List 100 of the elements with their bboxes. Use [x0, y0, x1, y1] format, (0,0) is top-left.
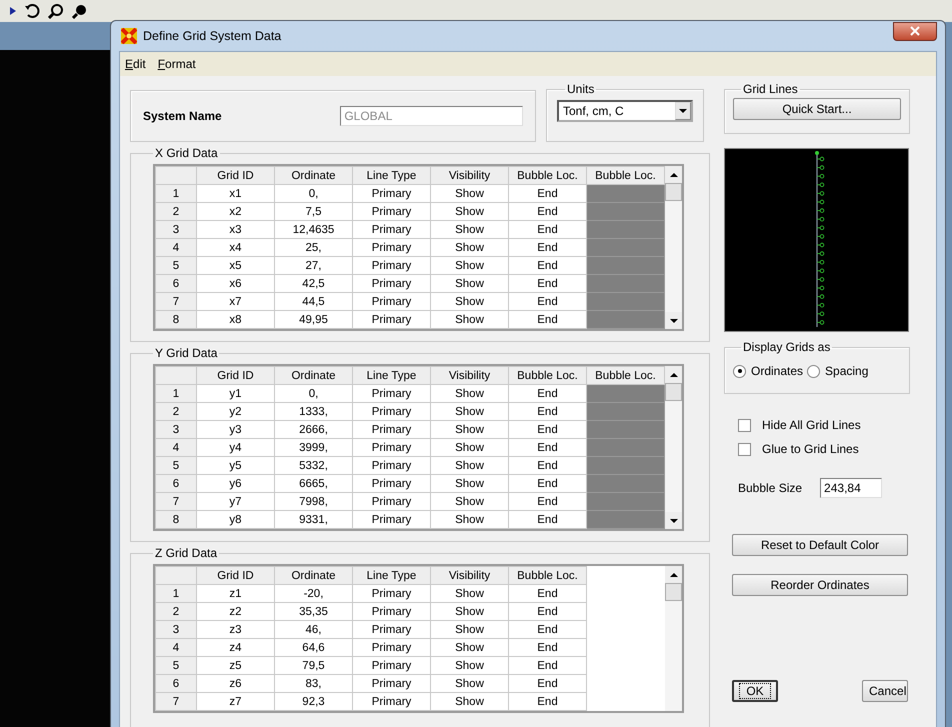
table-cell[interactable]: End: [508, 474, 586, 492]
table-cell[interactable]: 7,5: [274, 202, 352, 220]
table-cell[interactable]: 3999,: [274, 438, 352, 456]
row-header[interactable]: 3: [156, 620, 196, 638]
column-header[interactable]: Bubble Loc.: [586, 166, 664, 184]
color-swatch[interactable]: [586, 420, 664, 438]
table-cell[interactable]: 25,: [274, 238, 352, 256]
checkbox-label[interactable]: Hide All Grid Lines: [762, 418, 861, 432]
table-cell[interactable]: Primary: [352, 292, 430, 310]
table-cell[interactable]: 49,95: [274, 310, 352, 328]
color-swatch[interactable]: [586, 510, 664, 528]
table-cell[interactable]: End: [508, 274, 586, 292]
action-button[interactable]: Reset to Default Color: [732, 534, 908, 556]
table-cell[interactable]: End: [508, 656, 586, 674]
row-header[interactable]: 3: [156, 220, 196, 238]
table-cell[interactable]: y5: [196, 456, 274, 474]
table-cell[interactable]: Show: [430, 638, 508, 656]
table-cell[interactable]: End: [508, 256, 586, 274]
table-cell[interactable]: Show: [430, 620, 508, 638]
table-cell[interactable]: x4: [196, 238, 274, 256]
row-header[interactable]: 1: [156, 384, 196, 402]
table-cell[interactable]: End: [508, 420, 586, 438]
table-cell[interactable]: y4: [196, 438, 274, 456]
table-cell[interactable]: x3: [196, 220, 274, 238]
row-header[interactable]: 2: [156, 602, 196, 620]
table-cell[interactable]: 64,6: [274, 638, 352, 656]
table-cell[interactable]: End: [508, 674, 586, 692]
table-cell[interactable]: Primary: [352, 584, 430, 602]
table-cell[interactable]: 12,4635: [274, 220, 352, 238]
table-cell[interactable]: Show: [430, 656, 508, 674]
color-swatch[interactable]: [586, 402, 664, 420]
table-cell[interactable]: End: [508, 184, 586, 202]
table-cell[interactable]: y7: [196, 492, 274, 510]
column-header[interactable]: Ordinate: [274, 166, 352, 184]
table-cell[interactable]: End: [508, 220, 586, 238]
column-header[interactable]: Bubble Loc.: [508, 366, 586, 384]
table-cell[interactable]: Show: [430, 184, 508, 202]
row-header[interactable]: 1: [156, 184, 196, 202]
column-header[interactable]: Visibility: [430, 166, 508, 184]
row-header[interactable]: 5: [156, 656, 196, 674]
color-swatch[interactable]: [586, 456, 664, 474]
column-header[interactable]: Line Type: [352, 366, 430, 384]
table-cell[interactable]: Primary: [352, 602, 430, 620]
table-cell[interactable]: 79,5: [274, 656, 352, 674]
table-cell[interactable]: 7998,: [274, 492, 352, 510]
table-cell[interactable]: 27,: [274, 256, 352, 274]
table-cell[interactable]: z5: [196, 656, 274, 674]
table-cell[interactable]: Show: [430, 474, 508, 492]
bubble-size-field[interactable]: 243,84: [820, 478, 882, 498]
table-cell[interactable]: Primary: [352, 256, 430, 274]
scroll-thumb[interactable]: [665, 383, 682, 401]
column-header[interactable]: Visibility: [430, 566, 508, 584]
column-header[interactable]: Visibility: [430, 366, 508, 384]
table-cell[interactable]: Show: [430, 256, 508, 274]
row-header[interactable]: 6: [156, 474, 196, 492]
row-header[interactable]: 4: [156, 438, 196, 456]
table-cell[interactable]: Show: [430, 492, 508, 510]
row-header[interactable]: 5: [156, 256, 196, 274]
table-cell[interactable]: Primary: [352, 238, 430, 256]
table-cell[interactable]: End: [508, 402, 586, 420]
column-header[interactable]: Bubble Loc.: [508, 166, 586, 184]
table-cell[interactable]: x6: [196, 274, 274, 292]
row-header[interactable]: 4: [156, 238, 196, 256]
row-header[interactable]: 2: [156, 202, 196, 220]
row-header[interactable]: 7: [156, 692, 196, 710]
scrollbar[interactable]: [665, 366, 682, 529]
radio-label[interactable]: Spacing: [825, 364, 868, 378]
table-cell[interactable]: y2: [196, 402, 274, 420]
row-header[interactable]: 7: [156, 492, 196, 510]
table-cell[interactable]: Show: [430, 510, 508, 528]
table-cell[interactable]: z1: [196, 584, 274, 602]
close-button[interactable]: [893, 22, 937, 40]
table-cell[interactable]: Primary: [352, 692, 430, 710]
table-cell[interactable]: z4: [196, 638, 274, 656]
color-swatch[interactable]: [586, 310, 664, 328]
table-cell[interactable]: Show: [430, 602, 508, 620]
column-header[interactable]: Line Type: [352, 166, 430, 184]
table-cell[interactable]: End: [508, 492, 586, 510]
rotate-icon[interactable]: [24, 3, 40, 19]
table-cell[interactable]: 46,: [274, 620, 352, 638]
table-cell[interactable]: Primary: [352, 510, 430, 528]
row-header[interactable]: 6: [156, 674, 196, 692]
column-header[interactable]: Ordinate: [274, 366, 352, 384]
table-cell[interactable]: Show: [430, 202, 508, 220]
table-cell[interactable]: z3: [196, 620, 274, 638]
table-cell[interactable]: Primary: [352, 438, 430, 456]
table-cell[interactable]: 42,5: [274, 274, 352, 292]
table-cell[interactable]: Primary: [352, 456, 430, 474]
color-swatch[interactable]: [586, 256, 664, 274]
table-cell[interactable]: End: [508, 202, 586, 220]
scrollbar[interactable]: [665, 166, 682, 329]
table-cell[interactable]: End: [508, 310, 586, 328]
table-cell[interactable]: x2: [196, 202, 274, 220]
menu-item[interactable]: Edit: [125, 57, 146, 71]
table-cell[interactable]: Primary: [352, 402, 430, 420]
row-header[interactable]: 4: [156, 638, 196, 656]
scroll-thumb[interactable]: [665, 583, 682, 601]
table-cell[interactable]: End: [508, 238, 586, 256]
units-dropdown[interactable]: Tonf, cm, C: [557, 100, 693, 122]
quick-start-button[interactable]: Quick Start...: [733, 98, 901, 120]
